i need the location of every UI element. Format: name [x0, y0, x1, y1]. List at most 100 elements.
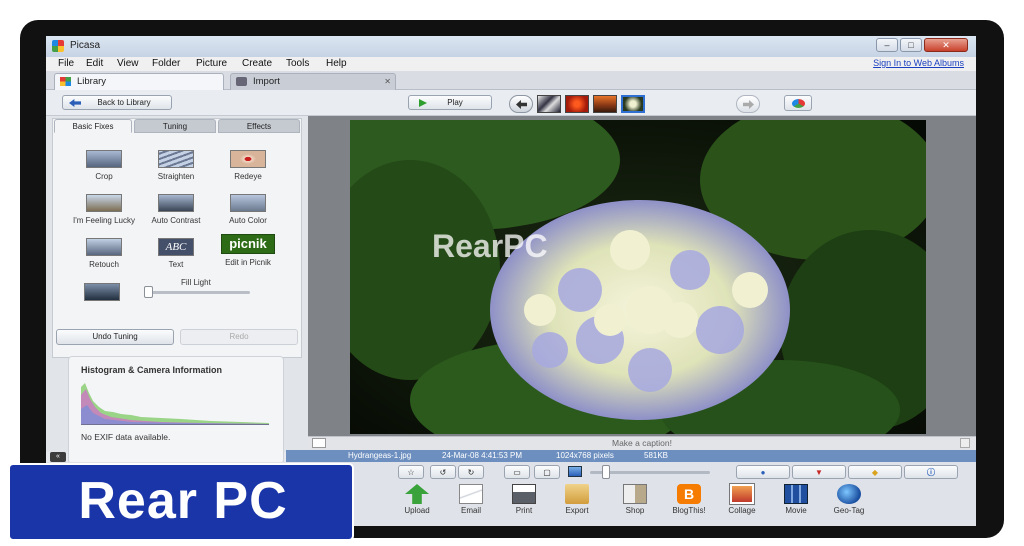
actual-size-button[interactable]: ▢: [534, 465, 560, 479]
edit-panel: Basic Fixes Tuning Effects Crop Straight…: [46, 116, 308, 464]
menu-file[interactable]: File: [58, 58, 74, 69]
menu-help[interactable]: Help: [326, 58, 347, 69]
fill-light-icon: [84, 283, 120, 301]
title-bar: Picasa – □ ✕: [46, 36, 976, 57]
thumbnail-4-selected[interactable]: [621, 95, 645, 113]
thumbnail-1[interactable]: [537, 95, 561, 113]
text-button[interactable]: ABC Text: [146, 238, 206, 269]
rotate-right-button[interactable]: ↻: [458, 465, 484, 479]
auto-color-button[interactable]: Auto Color: [213, 194, 283, 225]
auto-contrast-button[interactable]: Auto Contrast: [141, 194, 211, 225]
hydrangea-photo[interactable]: RearPC: [350, 120, 926, 434]
straighten-icon: [158, 150, 194, 168]
shop-button[interactable]: Shop: [615, 484, 655, 515]
menu-folder[interactable]: Folder: [152, 58, 180, 69]
previous-photo-button[interactable]: [509, 95, 533, 113]
thumbnail-3[interactable]: [593, 95, 617, 113]
text-label: Text: [168, 260, 184, 269]
caption-bar[interactable]: Make a caption!: [308, 436, 976, 450]
tab-tuning[interactable]: Tuning: [134, 119, 216, 133]
star-button[interactable]: ☆: [398, 465, 424, 479]
caption-expand-icon[interactable]: [960, 438, 970, 448]
straighten-button[interactable]: Straighten: [146, 150, 206, 181]
fill-light-slider-handle[interactable]: [144, 286, 153, 298]
sign-in-link[interactable]: Sign In to Web Albums: [873, 58, 964, 68]
fill-light-slider[interactable]: [144, 291, 250, 294]
auto-color-icon: [230, 194, 266, 212]
menu-view[interactable]: View: [117, 58, 139, 69]
shop-label: Shop: [625, 506, 645, 515]
collage-icon: [729, 483, 755, 505]
tab-basic-fixes[interactable]: Basic Fixes: [54, 119, 132, 133]
tab-library[interactable]: Library: [54, 73, 224, 90]
print-button[interactable]: Print: [504, 484, 544, 515]
tab-close-icon[interactable]: ✕: [384, 74, 391, 89]
hold-button[interactable]: [784, 95, 812, 111]
exif-status: No EXIF data available.: [81, 432, 171, 442]
picasa-app-icon: [52, 40, 64, 52]
undo-tuning-button[interactable]: Undo Tuning: [56, 329, 174, 345]
redeye-button[interactable]: Redeye: [218, 150, 278, 181]
photo-info-bar: Hydrangeas-1.jpg 24-Mar-08 4:41:53 PM 10…: [286, 450, 976, 462]
histogram-chart: [81, 383, 269, 425]
thumbnail-2[interactable]: [565, 95, 589, 113]
upload-button[interactable]: Upload: [397, 484, 437, 515]
maximize-button[interactable]: □: [900, 38, 922, 52]
crop-button[interactable]: Crop: [74, 150, 134, 181]
back-to-library-label: Back to Library: [97, 98, 151, 107]
print-label: Print: [515, 506, 533, 515]
next-photo-button[interactable]: [736, 95, 760, 113]
menu-picture[interactable]: Picture: [196, 58, 227, 69]
close-button[interactable]: ✕: [924, 38, 968, 52]
photo-canvas: [350, 120, 926, 434]
play-button[interactable]: Play: [408, 95, 492, 110]
left-arrow-icon: [516, 100, 527, 109]
minimize-button[interactable]: –: [876, 38, 898, 52]
collage-button[interactable]: Collage: [722, 483, 762, 515]
caption-toggle-icon[interactable]: [312, 438, 326, 448]
info-button[interactable]: ⓘ: [904, 465, 958, 479]
window-title: Picasa: [70, 40, 101, 51]
tab-effects[interactable]: Effects: [218, 119, 300, 133]
collage-label: Collage: [728, 506, 756, 515]
email-button[interactable]: Email: [451, 484, 491, 515]
brand-text: Rear PC: [78, 472, 288, 530]
histogram-panel: Histogram & Camera Information No EXIF d…: [68, 356, 284, 464]
zoom-slider-handle[interactable]: [602, 465, 610, 479]
file-size: 581KB: [644, 451, 669, 460]
tags-button[interactable]: ◆: [848, 465, 902, 479]
collapse-panel-icon[interactable]: «: [50, 452, 66, 462]
movie-button[interactable]: Movie: [776, 484, 816, 515]
redeye-label: Redeye: [234, 172, 262, 181]
retouch-label: Retouch: [89, 260, 119, 269]
redo-button[interactable]: Redo: [180, 329, 298, 345]
auto-contrast-icon: [158, 194, 194, 212]
retouch-button[interactable]: Retouch: [74, 238, 134, 269]
play-icon: [419, 99, 427, 107]
file-name: Hydrangeas-1.jpg: [348, 451, 412, 460]
edit-in-picnik-button[interactable]: picnik Edit in Picnik: [216, 234, 280, 267]
blogthis-button[interactable]: B BlogThis!: [669, 484, 709, 515]
places-button[interactable]: ▼: [792, 465, 846, 479]
menu-tools[interactable]: Tools: [286, 58, 309, 69]
play-label: Play: [447, 98, 463, 107]
printer-icon: [512, 484, 536, 504]
crop-icon: [86, 150, 122, 168]
geo-tag-button[interactable]: Geo-Tag: [829, 484, 869, 515]
edit-in-picnik-label: Edit in Picnik: [225, 258, 271, 267]
crop-label: Crop: [95, 172, 113, 181]
zoom-picture-icon: [568, 466, 582, 477]
back-to-library-button[interactable]: Back to Library: [62, 95, 172, 110]
tab-row: Library Import ✕: [46, 71, 976, 90]
fit-button[interactable]: ▭: [504, 465, 530, 479]
folder-icon: [565, 484, 589, 504]
tab-import[interactable]: Import ✕: [230, 73, 396, 90]
feeling-lucky-button[interactable]: I'm Feeling Lucky: [64, 194, 144, 225]
menu-create[interactable]: Create: [242, 58, 272, 69]
rotate-left-button[interactable]: ↺: [430, 465, 456, 479]
menu-edit[interactable]: Edit: [86, 58, 103, 69]
envelope-icon: [459, 484, 483, 504]
export-button[interactable]: Export: [557, 484, 597, 515]
watermark-text: RearPC: [432, 228, 548, 264]
people-button[interactable]: ●: [736, 465, 790, 479]
